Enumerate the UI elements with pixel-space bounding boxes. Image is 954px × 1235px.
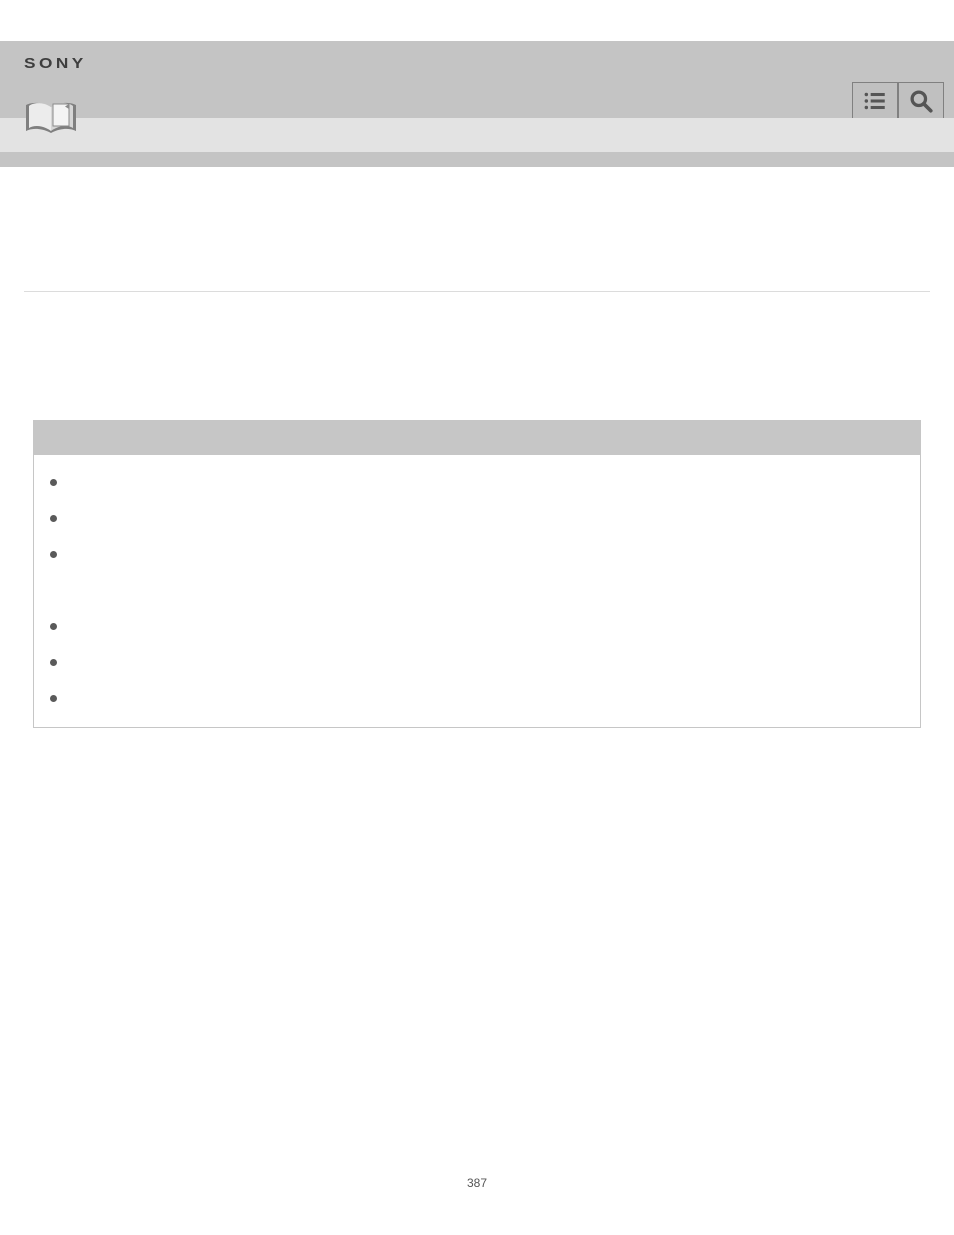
list-icon xyxy=(862,88,888,114)
search-icon xyxy=(908,88,934,114)
page-number: 387 xyxy=(0,1176,954,1190)
header-main: SONY xyxy=(0,41,954,118)
content-area xyxy=(0,167,954,728)
guide-button[interactable] xyxy=(22,101,80,135)
menu-button[interactable] xyxy=(852,82,898,120)
note-item xyxy=(68,653,906,673)
note-item xyxy=(68,689,906,709)
header-bottom-strip xyxy=(0,152,954,167)
note-item xyxy=(68,473,906,493)
note-item xyxy=(68,545,906,601)
book-icon xyxy=(22,101,80,135)
note-item xyxy=(68,509,906,529)
header-sub xyxy=(0,118,954,152)
search-button[interactable] xyxy=(898,82,944,120)
header-actions xyxy=(852,82,944,120)
note-item xyxy=(68,617,906,637)
note-list xyxy=(48,473,906,709)
spacer-mid xyxy=(24,292,930,420)
note-body xyxy=(34,455,920,727)
page-root: SONY xyxy=(0,0,954,728)
note-header xyxy=(34,421,920,455)
note-box xyxy=(33,420,921,728)
spacer-top xyxy=(24,167,930,291)
top-margin xyxy=(0,0,954,41)
brand-logo: SONY xyxy=(24,55,87,72)
header: SONY xyxy=(0,41,954,167)
